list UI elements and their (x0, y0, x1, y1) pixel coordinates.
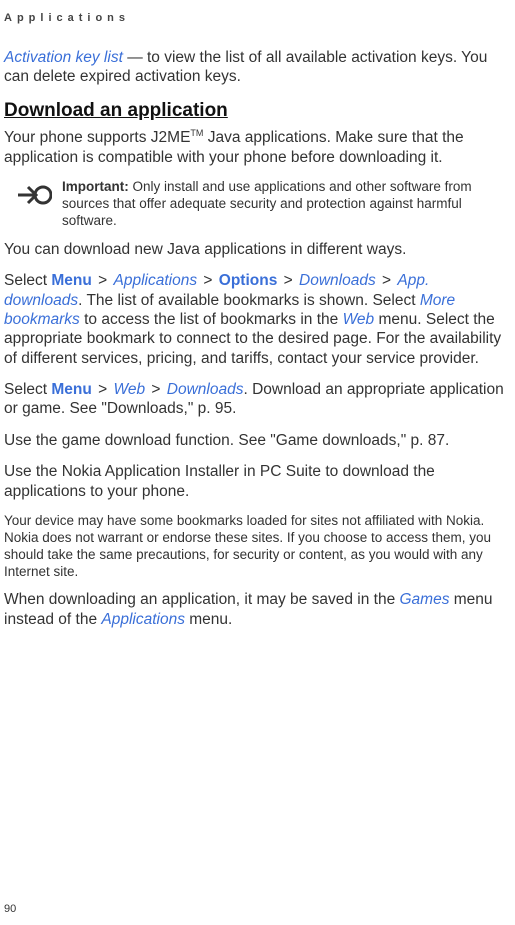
text: Select (4, 272, 51, 289)
page-number: 90 (4, 903, 16, 917)
menu-path-para-1: Select Menu > Applications > Options > D… (4, 271, 509, 368)
activation-key-para: Activation key list — to view the list o… (4, 48, 509, 87)
applications-link: Applications (114, 272, 198, 289)
trademark: TM (190, 128, 203, 138)
important-text: Important: Only install and use applicat… (62, 179, 509, 230)
menu-path-para-2: Select Menu > Web > Downloads. Download … (4, 380, 509, 419)
text: Select (4, 381, 51, 398)
downloads-link: Downloads (299, 272, 376, 289)
menu-link: Menu (51, 381, 91, 398)
separator: > (145, 381, 167, 398)
games-link: Games (400, 591, 450, 608)
web-link: Web (343, 311, 375, 328)
text: Your phone supports J2ME (4, 129, 190, 146)
text: When downloading an application, it may … (4, 591, 400, 608)
game-download-para: Use the game download function. See "Gam… (4, 431, 509, 450)
text: . The list of available bookmarks is sho… (78, 292, 420, 309)
text: to access the list of bookmarks in the (80, 311, 343, 328)
important-label: Important: (62, 179, 129, 194)
menu-link: Menu (51, 272, 91, 289)
options-link: Options (219, 272, 278, 289)
separator: > (92, 381, 114, 398)
page-header: Applications (4, 12, 509, 26)
j2me-para: Your phone supports J2METM Java applicat… (4, 128, 509, 167)
section-title-download: Download an application (4, 99, 509, 123)
games-menu-para: When downloading an application, it may … (4, 590, 509, 629)
web-link: Web (114, 381, 146, 398)
applications-link: Applications (101, 611, 185, 628)
separator: > (277, 272, 299, 289)
text: menu. (185, 611, 232, 628)
separator: > (92, 272, 114, 289)
pc-suite-para: Use the Nokia Application Installer in P… (4, 462, 509, 501)
important-note: Important: Only install and use applicat… (16, 179, 509, 230)
bookmark-disclaimer: Your device may have some bookmarks load… (4, 513, 509, 581)
activation-key-link: Activation key list (4, 49, 123, 66)
downloads-link: Downloads (167, 381, 244, 398)
important-icon (16, 181, 54, 215)
separator: > (376, 272, 398, 289)
download-ways-para: You can download new Java applications i… (4, 240, 509, 259)
separator: > (197, 272, 219, 289)
